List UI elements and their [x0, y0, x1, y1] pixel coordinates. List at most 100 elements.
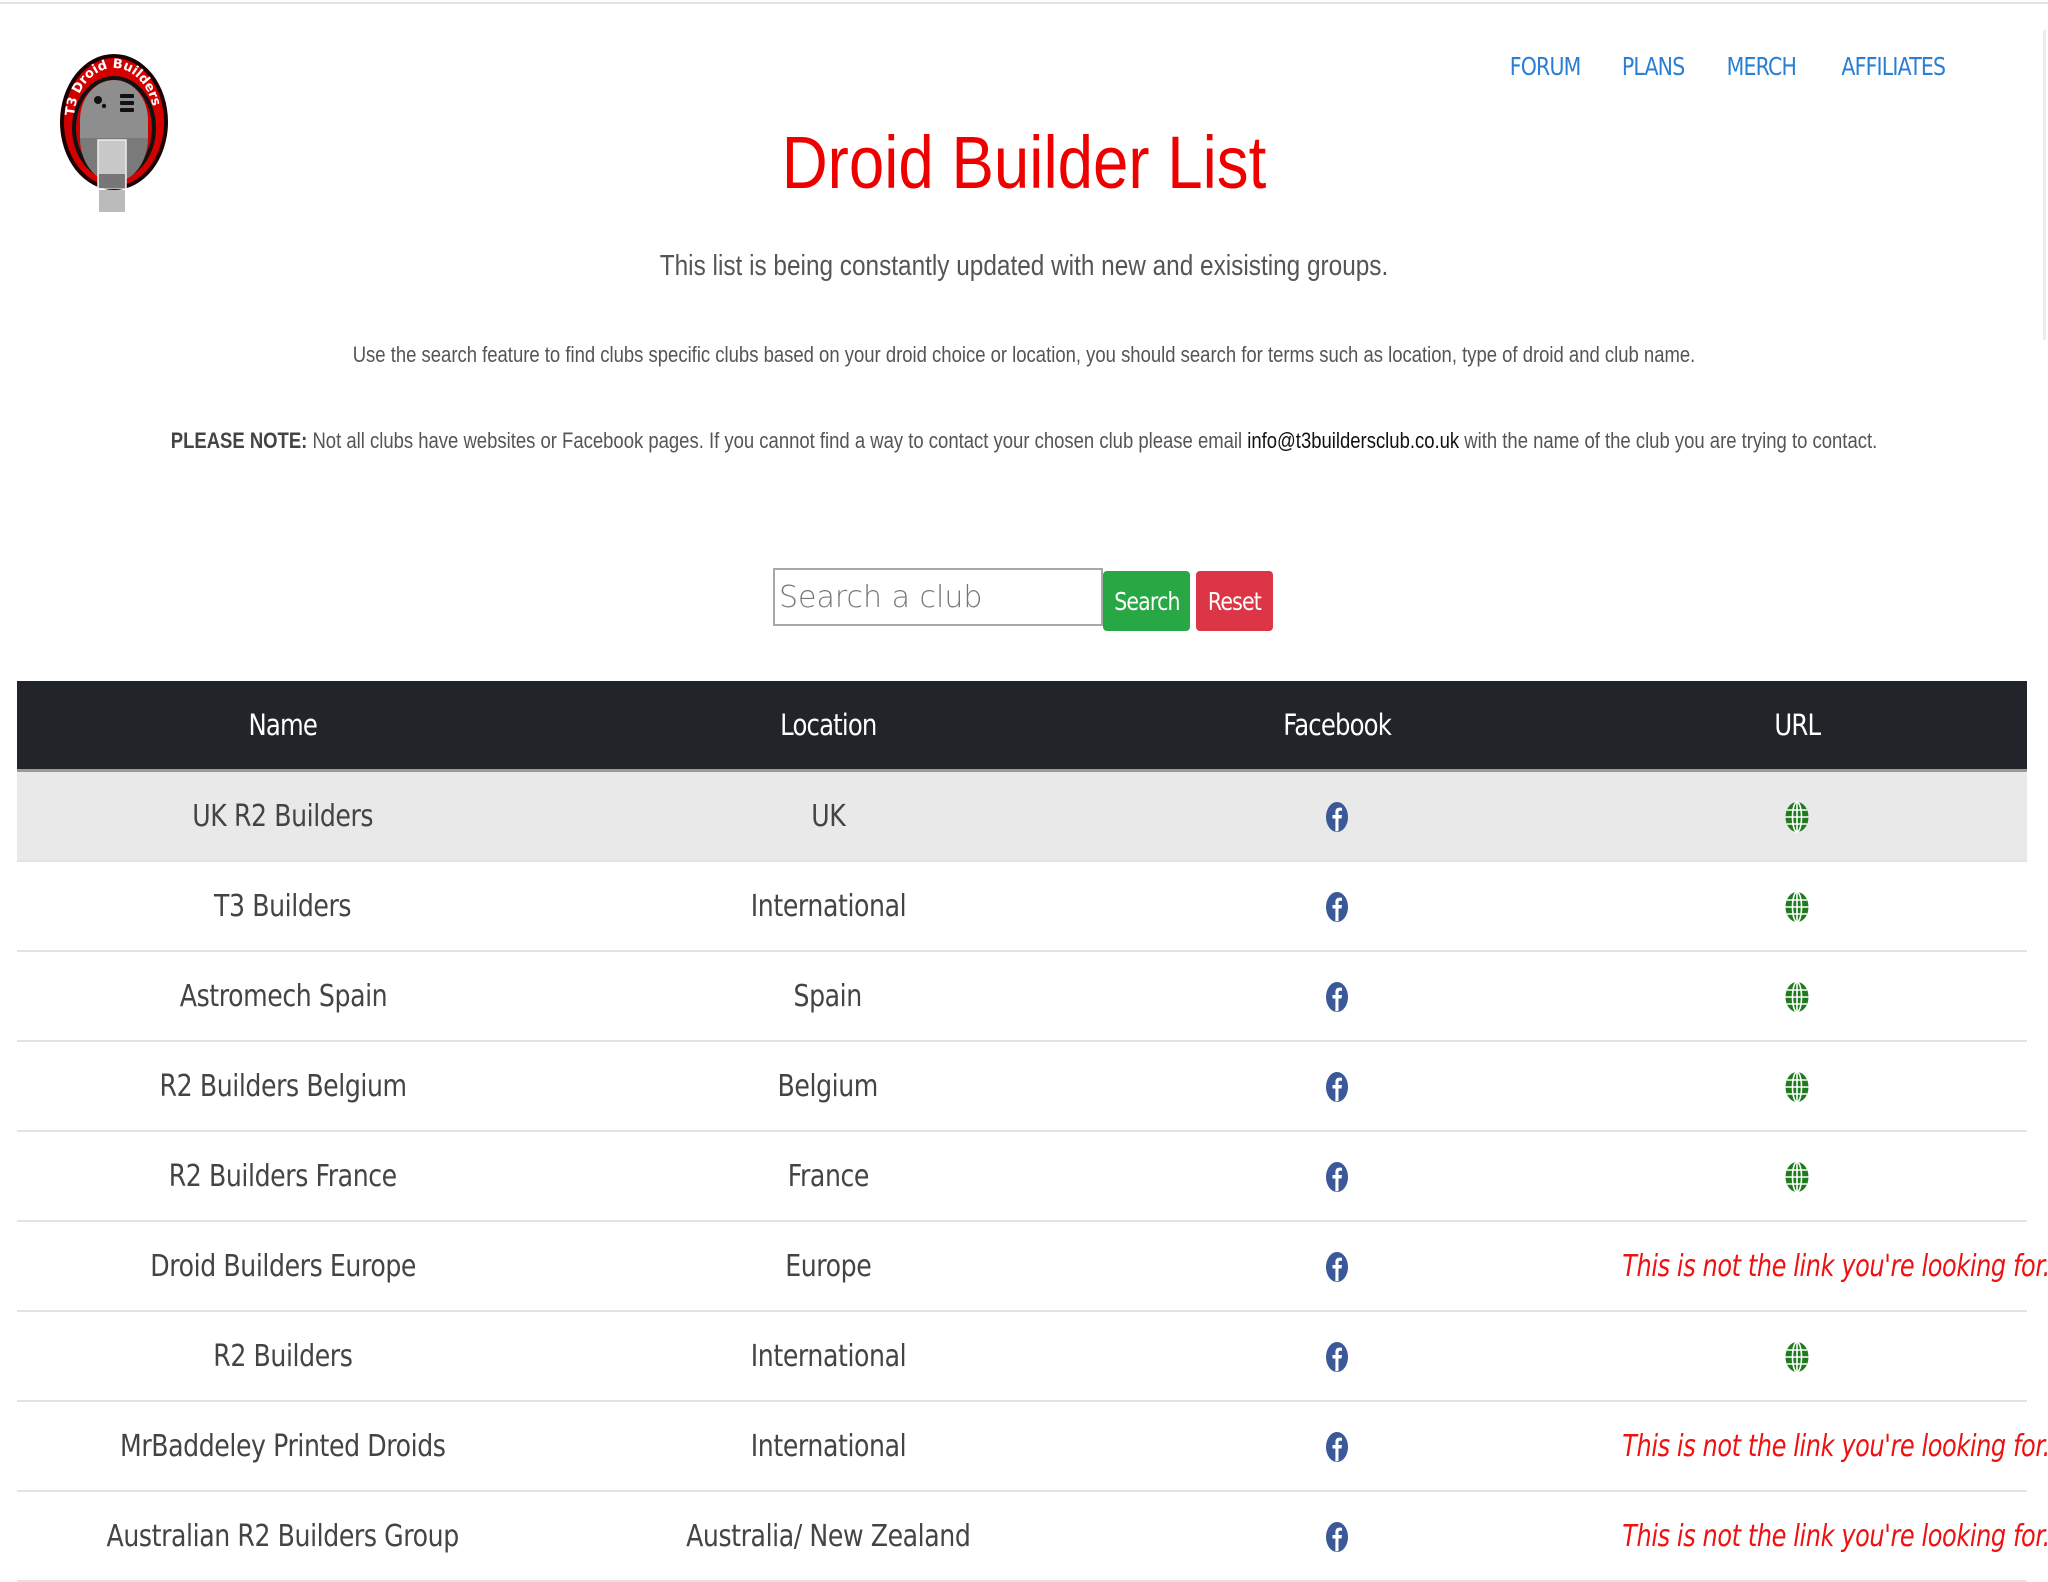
no-link-message: This is not the link you're looking for.…: [1622, 1428, 2048, 1464]
club-location: Europe: [784, 1248, 872, 1284]
club-facebook-cell: [1107, 861, 1567, 952]
facebook-icon[interactable]: [1326, 1341, 1348, 1373]
club-location-cell: Australia/ New Zealand: [549, 1491, 1107, 1582]
club-name: Australian R2 Builders Group: [106, 1518, 460, 1554]
club-url-cell: [1567, 1131, 2027, 1222]
column-header-url[interactable]: URL: [1567, 681, 2027, 772]
nav-merch[interactable]: MERCH: [1726, 52, 1796, 81]
club-location: Belgium: [777, 1068, 879, 1104]
facebook-icon[interactable]: [1326, 1251, 1348, 1283]
facebook-icon[interactable]: [1326, 981, 1348, 1013]
club-location-cell: France: [549, 1131, 1107, 1222]
table-row: Droid Builders Europe Europe This is not …: [17, 1221, 2048, 1312]
club-facebook-cell: [1107, 770, 1567, 862]
table-row: Astromech Spain Spain: [17, 951, 2027, 1042]
nav-affiliates[interactable]: AFFILIATES: [1842, 52, 1947, 81]
globe-icon[interactable]: [1785, 1071, 1809, 1103]
globe-icon[interactable]: [1785, 1161, 1809, 1193]
facebook-icon[interactable]: [1326, 1071, 1348, 1103]
reset-button-label: Reset: [1207, 586, 1262, 616]
note-label: PLEASE NOTE:: [170, 428, 308, 453]
club-name: R2 Builders: [213, 1338, 353, 1374]
facebook-icon[interactable]: [1326, 1431, 1348, 1463]
club-name-cell: T3 Builders: [17, 861, 549, 952]
club-name: MrBaddeley Printed Droids: [120, 1428, 446, 1464]
top-border: [0, 2, 2048, 4]
table-row: R2 Builders France France: [17, 1131, 2027, 1222]
page-subtitle: This list is being constantly updated wi…: [659, 250, 1389, 282]
reset-button[interactable]: Reset: [1196, 571, 1273, 631]
club-url-cell: This is not the link you're looking for.…: [1567, 1491, 2048, 1582]
club-location: France: [787, 1158, 869, 1194]
club-location: UK: [810, 798, 846, 834]
no-link-message: This is not the link you're looking for.…: [1622, 1518, 2048, 1554]
club-location-cell: International: [549, 1401, 1107, 1492]
club-facebook-cell: [1107, 1401, 1567, 1492]
column-header-name[interactable]: Name: [17, 681, 549, 772]
note-text-before: Not all clubs have websites or Facebook …: [307, 428, 1248, 453]
club-location-cell: Belgium: [549, 1041, 1107, 1132]
club-url-cell: [1567, 1311, 2027, 1402]
search-instructions: Use the search feature to find clubs spe…: [352, 342, 1696, 367]
club-name: R2 Builders Belgium: [159, 1068, 407, 1104]
table-body: UK R2 Builders UK T3 Builders Internationa…: [17, 770, 2048, 1582]
table-row: T3 Builders International: [17, 861, 2027, 952]
club-facebook-cell: [1107, 1131, 1567, 1222]
club-name-cell: UK R2 Builders: [17, 770, 549, 862]
globe-icon[interactable]: [1785, 801, 1809, 833]
club-name: R2 Builders France: [168, 1158, 398, 1194]
club-facebook-cell: [1107, 951, 1567, 1042]
search-input[interactable]: [773, 568, 1103, 626]
club-url-cell: [1567, 861, 2027, 952]
club-name-cell: Astromech Spain: [17, 951, 549, 1042]
club-facebook-cell: [1107, 1311, 1567, 1402]
search-button[interactable]: Search: [1103, 571, 1190, 631]
contact-email[interactable]: info@t3buildersclub.co.uk: [1247, 428, 1459, 453]
globe-icon[interactable]: [1785, 981, 1809, 1013]
scrollbar-track[interactable]: [2043, 30, 2046, 340]
clubs-table: Name Location Facebook URL UK R2 Builder…: [17, 681, 2048, 1582]
table-header-row: Name Location Facebook URL: [17, 681, 2027, 772]
search-button-label: Search: [1113, 586, 1180, 616]
club-url-cell: [1567, 770, 2027, 862]
club-facebook-cell: [1107, 1221, 1567, 1312]
globe-icon[interactable]: [1785, 891, 1809, 923]
note-text-after: with the name of the club you are trying…: [1459, 428, 1878, 453]
club-name-cell: Australian R2 Builders Group: [17, 1491, 549, 1582]
club-location-cell: International: [549, 861, 1107, 952]
club-name-cell: R2 Builders: [17, 1311, 549, 1402]
facebook-icon[interactable]: [1326, 891, 1348, 923]
club-location: International: [750, 1428, 906, 1464]
no-link-message: This is not the link you're looking for.…: [1622, 1248, 2048, 1284]
column-header-facebook[interactable]: Facebook: [1107, 681, 1567, 772]
facebook-icon[interactable]: [1326, 801, 1348, 833]
column-header-location[interactable]: Location: [549, 681, 1107, 772]
club-url-cell: [1567, 1041, 2027, 1132]
club-name: UK R2 Builders: [192, 798, 374, 834]
club-location: International: [750, 1338, 906, 1374]
page-title: Droid Builder List: [781, 121, 1267, 204]
facebook-icon[interactable]: [1326, 1161, 1348, 1193]
club-name-cell: Droid Builders Europe: [17, 1221, 549, 1312]
facebook-icon[interactable]: [1326, 1521, 1348, 1553]
club-facebook-cell: [1107, 1491, 1567, 1582]
club-url-cell: This is not the link you're looking for.…: [1567, 1401, 2048, 1492]
table-row: MrBaddeley Printed Droids International T…: [17, 1401, 2048, 1492]
nav-plans[interactable]: PLANS: [1622, 52, 1685, 81]
club-url-cell: [1567, 951, 2027, 1042]
club-location: Australia/ New Zealand: [685, 1518, 971, 1554]
club-location-cell: Europe: [549, 1221, 1107, 1312]
table-row: R2 Builders Belgium Belgium: [17, 1041, 2027, 1132]
club-name-cell: R2 Builders Belgium: [17, 1041, 549, 1132]
club-location: Spain: [793, 978, 863, 1014]
globe-icon[interactable]: [1785, 1341, 1809, 1373]
table-row: UK R2 Builders UK: [17, 770, 2027, 862]
club-location: International: [750, 888, 906, 924]
top-nav: FORUM PLANS MERCH AFFILIATES: [1502, 52, 1957, 81]
table-row: R2 Builders International: [17, 1311, 2027, 1402]
club-facebook-cell: [1107, 1041, 1567, 1132]
nav-forum[interactable]: FORUM: [1510, 52, 1582, 81]
please-note: PLEASE NOTE: Not all clubs have websites…: [164, 428, 1884, 454]
club-location-cell: Spain: [549, 951, 1107, 1042]
club-location-cell: International: [549, 1311, 1107, 1402]
